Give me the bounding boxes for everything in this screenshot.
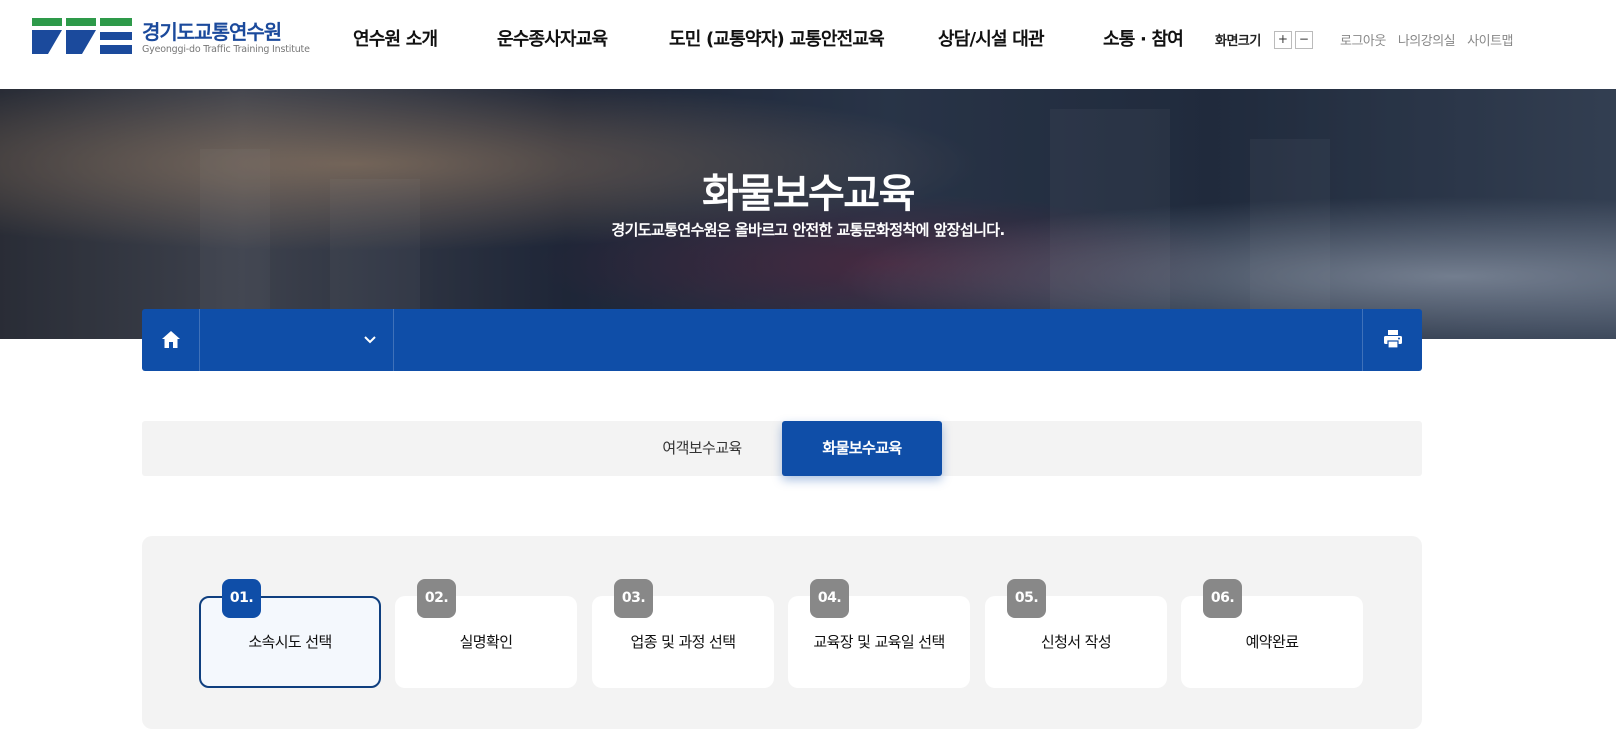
location-bar	[142, 309, 1422, 371]
step-label: 신청서 작성	[1040, 633, 1112, 651]
step-number: 06.	[1203, 579, 1242, 618]
step-item: 01. 소속시도 선택	[199, 579, 381, 688]
logo-title: 경기도교통연수원	[142, 19, 282, 44]
site-header: 경기도교통연수원 Gyeonggi-do Traffic Training In…	[0, 0, 1616, 89]
home-icon	[162, 331, 180, 348]
utility-links: 로그아웃 나의강의실 사이트맵	[1340, 30, 1525, 49]
nav-item-consult-facility[interactable]: 상담/시설 대관	[938, 25, 1045, 51]
tab-passenger-education[interactable]: 여객보수교육	[622, 421, 782, 476]
font-size-control: 화면크기 + −	[1215, 30, 1313, 49]
chevron-down-icon	[364, 336, 376, 344]
font-size-decrease-button[interactable]: −	[1294, 30, 1313, 49]
logo-mark-icon	[32, 18, 132, 54]
step-label: 교육장 및 교육일 선택	[813, 633, 945, 651]
location-dropdown[interactable]	[200, 309, 394, 371]
nav-item-communication[interactable]: 소통 · 참여	[1103, 25, 1184, 51]
nav-item-citizen-safety-education[interactable]: 도민 (교통약자) 교통안전교육	[669, 25, 885, 51]
printer-icon	[1384, 330, 1402, 348]
nav-item-driver-education[interactable]: 운수종사자교육	[497, 25, 608, 51]
step-number: 03.	[614, 579, 653, 618]
home-button[interactable]	[142, 309, 200, 371]
education-tabs: 여객보수교육 화물보수교육	[142, 421, 1422, 476]
logo-subtitle: Gyeonggi-do Traffic Training Institute	[142, 43, 310, 55]
step-label: 업종 및 과정 선택	[630, 633, 737, 651]
step-item: 03. 업종 및 과정 선택	[592, 579, 774, 688]
font-size-label: 화면크기	[1215, 34, 1261, 49]
site-logo[interactable]: 경기도교통연수원 Gyeonggi-do Traffic Training In…	[32, 18, 310, 58]
step-item: 04. 교육장 및 교육일 선택	[788, 579, 970, 688]
step-item: 05. 신청서 작성	[985, 579, 1167, 688]
step-item: 06. 예약완료	[1181, 579, 1363, 688]
hero-banner: 화물보수교육 경기도교통연수원은 올바르고 안전한 교통문화정착에 앞장섭니다.	[0, 89, 1616, 339]
step-label: 소속시도 선택	[248, 633, 332, 651]
step-label: 예약완료	[1245, 633, 1299, 651]
step-number: 01.	[222, 579, 261, 618]
tab-cargo-education[interactable]: 화물보수교육	[782, 421, 942, 476]
logout-link[interactable]: 로그아웃	[1340, 30, 1386, 49]
font-size-increase-button[interactable]: +	[1273, 30, 1292, 49]
page-subtitle: 경기도교통연수원은 올바르고 안전한 교통문화정착에 앞장섭니다.	[611, 221, 1005, 239]
step-number: 05.	[1007, 579, 1046, 618]
sitemap-link[interactable]: 사이트맵	[1467, 30, 1513, 49]
step-label: 실명확인	[459, 633, 513, 651]
step-item: 02. 실명확인	[395, 579, 577, 688]
step-number: 02.	[417, 579, 456, 618]
my-classroom-link[interactable]: 나의강의실	[1398, 30, 1456, 49]
nav-item-about[interactable]: 연수원 소개	[353, 25, 438, 51]
page-title: 화물보수교육	[702, 171, 915, 217]
reservation-steps: 01. 소속시도 선택 02. 실명확인 03. 업종 및 과정 선택 04. …	[142, 536, 1422, 729]
step-number: 04.	[810, 579, 849, 618]
print-button[interactable]	[1362, 309, 1422, 371]
